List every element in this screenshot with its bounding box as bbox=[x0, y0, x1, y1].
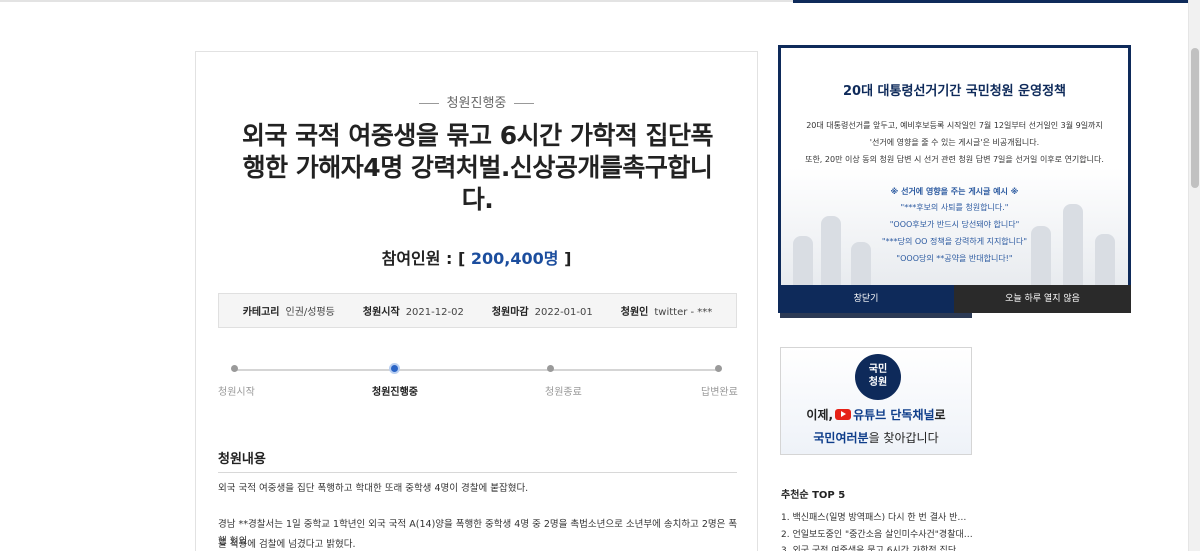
status-dash-left bbox=[418, 103, 439, 104]
petition-status: 청원진행중 bbox=[196, 92, 757, 111]
top5-heading: 추천순 TOP 5 bbox=[781, 490, 846, 501]
step-dot-in-progress bbox=[389, 363, 400, 374]
popup-example-heading: ※ 선거에 영향을 주는 게시글 예시 ※ bbox=[890, 187, 1019, 196]
popup-title: 20대 대통령선거기간 국민청원 운영정책 bbox=[842, 84, 1067, 99]
step-dot-closed bbox=[547, 365, 554, 372]
popup-text-2: '선거에 영향을 줄 수 있는 게시글'은 비공개됩니다. bbox=[869, 138, 1040, 147]
top5-item-1[interactable]: 1. 백신패스(일명 방역패스) 다시 한 번 결사 반대합… bbox=[781, 510, 973, 523]
content-divider bbox=[218, 472, 737, 473]
meta-end-date: 청원마감 2022-01-01 bbox=[491, 307, 593, 318]
meta-start-date: 청원시작 2021-12-02 bbox=[362, 307, 464, 318]
participant-close: ] bbox=[558, 249, 572, 268]
popup-close-button[interactable]: 창닫기 bbox=[778, 285, 954, 313]
meta-author: 청원인 twitter - *** bbox=[620, 307, 713, 318]
popup-example-4: "OOO당의 **공약을 반대합니다!" bbox=[896, 254, 1013, 263]
step-label-in-progress: 청원진행중 bbox=[372, 387, 418, 398]
status-dash-right bbox=[514, 103, 535, 104]
scrollbar-thumb[interactable] bbox=[1191, 48, 1199, 188]
petition-meta: 카테고리 인권/성평등 청원시작 2021-12-02 청원마감 2022-01-01… bbox=[218, 293, 737, 328]
content-paragraph-1: 외국 국적 여중생을 집단 폭행하고 학대한 또래 중학생 4명이 경찰에 붙잡… bbox=[218, 483, 529, 494]
step-dot-start bbox=[231, 365, 238, 372]
banner-headline: 이제, 유튜브 단독채널로 bbox=[806, 408, 946, 422]
popup-text-3: 또한, 20만 이상 동의 청원 답변 시 선거 관련 청원 답변 7일을 선거… bbox=[805, 155, 1104, 164]
content-paragraph-3: 를 적용에 검찰에 넘겼다고 밝혔다. bbox=[218, 539, 356, 550]
participant-count: 참여인원 : [ 200,400명 ] bbox=[196, 245, 757, 269]
petition-card: 청원진행중 외국 국적 여중생을 묶고 6시간 가학적 집단폭행한 가해자4명 … bbox=[195, 51, 758, 551]
step-dot-answered bbox=[715, 365, 722, 372]
popup-example-1: "***후보의 사퇴를 청원합니다." bbox=[900, 203, 1009, 212]
top5-item-2[interactable]: 2. 언일보도중인 "중간소음 살인미수사건"경찰대응… bbox=[781, 527, 973, 540]
step-label-answered: 답변완료 bbox=[701, 387, 738, 398]
popup-button-bar: 창닫기 오늘 하루 열지 않음 bbox=[778, 285, 1131, 313]
top5-item-3[interactable]: 3. 외국 국적 여중생을 묶고 6시간 가학적 집단폭행… bbox=[781, 543, 973, 551]
popup-text-1: 20대 대통령선거를 앞두고, 예비후보등록 시작일인 7월 12일부터 선거일… bbox=[806, 121, 1103, 130]
banner-subline: 국민여러분을 찾아갑니다 bbox=[813, 431, 939, 445]
participant-number: 200,400명 bbox=[470, 249, 559, 268]
top-accent-bar bbox=[793, 0, 1189, 3]
participant-label: 참여인원 : [ bbox=[381, 249, 466, 268]
meta-category: 카테고리 인권/성평등 bbox=[242, 307, 335, 318]
popup-example-2: "OOO후보가 반드시 당선돼야 합니다" bbox=[889, 220, 1020, 229]
status-text: 청원진행중 bbox=[446, 96, 507, 111]
step-label-start: 청원시작 bbox=[218, 387, 255, 398]
petition-title: 외국 국적 여중생을 묶고 6시간 가학적 집단폭행한 가해자4명 강력처벌.신… bbox=[241, 121, 714, 214]
petition-logo: 국민 청원 bbox=[855, 354, 901, 400]
youtube-channel-banner[interactable]: 국민 청원 이제, 유튜브 단독채널로 국민여러분을 찾아갑니다 bbox=[780, 347, 972, 455]
page-scrollbar[interactable] bbox=[1188, 0, 1200, 551]
step-label-closed: 청원종료 bbox=[545, 387, 582, 398]
youtube-icon bbox=[835, 409, 852, 420]
content-heading: 청원내용 bbox=[218, 452, 266, 467]
popup-example-3: "***당의 OO 정책을 강력하게 지지합니다" bbox=[881, 237, 1028, 246]
popup-hide-today-button[interactable]: 오늘 하루 열지 않음 bbox=[954, 285, 1131, 313]
election-policy-popup: 20대 대통령선거기간 국민청원 운영정책 20대 대통령선거를 앞두고, 예비… bbox=[778, 45, 1131, 313]
progress-track bbox=[234, 369, 719, 371]
